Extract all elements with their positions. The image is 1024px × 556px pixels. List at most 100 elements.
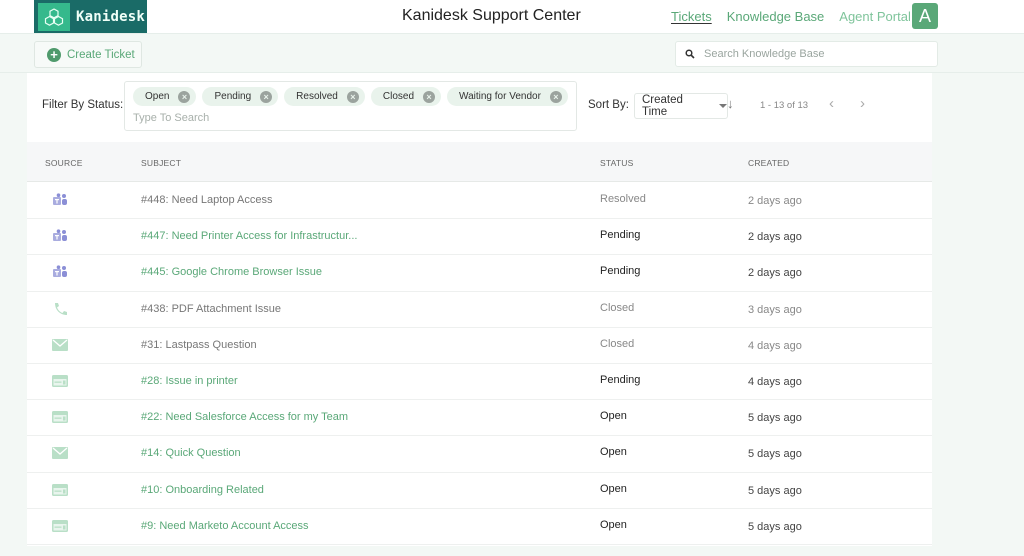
column-header-subject: SUBJECT [141, 158, 182, 168]
page-title: Kanidesk Support Center [402, 7, 581, 24]
ticket-created: 5 days ago [748, 484, 802, 497]
ticket-status: Closed [600, 337, 635, 350]
ticket-status: Open [600, 482, 627, 495]
chip-label: Waiting for Vendor [459, 91, 541, 102]
top-bar: Kanidesk Kanidesk Support Center Tickets… [0, 0, 1024, 34]
ticket-subject-link[interactable]: #9: Need Marketo Account Access [141, 520, 309, 532]
column-header-status: STATUS [600, 158, 634, 168]
table-row[interactable]: #22: Need Salesforce Access for my Team O… [27, 400, 932, 437]
chevron-left-icon[interactable]: ‹ [829, 95, 834, 112]
table-row[interactable]: #438: PDF Attachment Issue Closed 3 days a… [27, 292, 932, 328]
teams-icon [52, 265, 68, 279]
tickets-panel: Filter By Status: Open × Pending × Resolve… [27, 73, 932, 546]
web-form-icon [52, 410, 68, 424]
ticket-created: 5 days ago [748, 448, 802, 461]
ticket-subject-link[interactable]: #14: Quick Question [141, 447, 241, 459]
avatar[interactable]: A [912, 3, 938, 29]
remove-chip-icon[interactable]: × [346, 90, 359, 103]
logo-text: Kanidesk [76, 8, 146, 25]
filter-chip-pending: Pending × [202, 87, 279, 106]
ticket-subject-link[interactable]: #22: Need Salesforce Access for my Team [141, 411, 348, 423]
ticket-status: Open [600, 518, 627, 531]
ticket-status: Resolved [600, 193, 646, 205]
ticket-subject-link[interactable]: #31: Lastpass Question [141, 339, 257, 351]
ticket-created: 2 days ago [748, 267, 802, 280]
filter-label: Filter By Status: [42, 99, 124, 111]
ticket-subject-link[interactable]: #445: Google Chrome Browser Issue [141, 266, 322, 278]
ticket-subject-link[interactable]: #10: Onboarding Related [141, 484, 264, 496]
email-icon [52, 446, 68, 460]
web-form-icon [52, 374, 68, 388]
table-row[interactable]: #448: Need Laptop Access Resolved 2 days a… [27, 183, 932, 220]
ticket-list: #448: Need Laptop Access Resolved 2 days a… [27, 183, 932, 545]
sort-label: Sort By: [588, 99, 629, 111]
remove-chip-icon[interactable]: × [549, 90, 562, 103]
table-row[interactable]: #445: Google Chrome Browser Issue Pending… [27, 255, 932, 292]
table-row[interactable]: #31: Lastpass Question Closed 4 days ago [27, 328, 932, 364]
cubes-logo-icon [38, 2, 70, 31]
ticket-subject-link[interactable]: #448: Need Laptop Access [141, 194, 272, 206]
table-row[interactable]: #447: Need Printer Access for Infrastruc… [27, 219, 932, 256]
nav-agent-portal[interactable]: Agent Portal [839, 9, 911, 24]
sort-select[interactable]: Created Time [634, 93, 728, 119]
pagination-info: 1 - 13 of 13 [760, 100, 809, 111]
kb-search-input[interactable] [704, 48, 924, 60]
filter-chip-open: Open × [133, 87, 197, 106]
ticket-status: Pending [600, 373, 641, 386]
chip-label: Open [145, 91, 170, 102]
create-ticket-label: Create Ticket [67, 48, 135, 61]
sort-selected-value: Created Time [642, 94, 683, 118]
column-header-created[interactable]: CREATED [748, 158, 789, 168]
remove-chip-icon[interactable]: × [260, 90, 273, 103]
teams-icon [52, 193, 68, 207]
filter-chip-closed: Closed × [370, 87, 442, 106]
table-row[interactable]: #14: Quick Question Open 5 days ago [27, 436, 932, 473]
filter-chips: Open × Pending × Resolved × Closed × Waiting… [133, 87, 568, 106]
main-nav: Tickets Knowledge Base Agent Portal [671, 9, 911, 24]
plus-circle-icon: + [47, 47, 61, 62]
filter-chip-waiting-for-vendor: Waiting for Vendor × [447, 87, 568, 106]
ticket-status: Pending [600, 265, 641, 278]
teams-icon [52, 229, 68, 243]
ticket-created: 5 days ago [748, 412, 802, 425]
chip-label: Closed [382, 91, 415, 102]
ticket-created: 2 days ago [748, 195, 802, 207]
create-ticket-button[interactable]: + Create Ticket [34, 41, 142, 68]
ticket-subject-link[interactable]: #438: PDF Attachment Issue [141, 303, 281, 315]
table-row[interactable]: #10: Onboarding Related Open 5 days ago [27, 473, 932, 509]
remove-chip-icon[interactable]: × [178, 90, 191, 103]
caret-down-icon [719, 104, 727, 108]
ticket-created: 3 days ago [748, 303, 802, 316]
ticket-status: Open [600, 410, 627, 423]
table-row[interactable]: #9: Need Marketo Account Access Open 5 day… [27, 509, 932, 545]
email-icon [52, 338, 68, 352]
filter-search-input[interactable] [133, 112, 553, 124]
ticket-created: 2 days ago [748, 231, 802, 244]
table-header: SOURCE SUBJECT STATUS CREATED [27, 142, 932, 182]
table-row[interactable]: #28: Issue in printer Pending 4 days ago [27, 364, 932, 401]
ticket-status: Open [600, 446, 627, 459]
logo[interactable]: Kanidesk [34, 0, 147, 33]
search-icon [676, 49, 704, 59]
phone-icon [52, 302, 68, 316]
nav-tickets[interactable]: Tickets [671, 9, 712, 24]
chip-label: Resolved [296, 91, 338, 102]
filter-chip-resolved: Resolved × [284, 87, 365, 106]
nav-knowledge-base[interactable]: Knowledge Base [727, 9, 825, 24]
ticket-status: Closed [600, 301, 635, 314]
status-filter[interactable]: Open × Pending × Resolved × Closed × Waiting… [124, 81, 577, 131]
web-form-icon [52, 483, 68, 497]
ticket-created: 4 days ago [748, 339, 802, 352]
arrow-down-icon[interactable]: ↓ [727, 96, 734, 111]
web-form-icon [52, 519, 68, 533]
ticket-subject-link[interactable]: #447: Need Printer Access for Infrastruc… [141, 230, 357, 242]
ticket-subject-link[interactable]: #28: Issue in printer [141, 375, 238, 387]
remove-chip-icon[interactable]: × [423, 90, 436, 103]
ticket-created: 5 days ago [748, 520, 802, 533]
kb-search-box [675, 41, 938, 67]
chip-label: Pending [214, 91, 252, 102]
column-header-source: SOURCE [45, 158, 83, 168]
chevron-right-icon[interactable]: › [860, 95, 865, 112]
ticket-created: 4 days ago [748, 375, 802, 388]
ticket-status: Pending [600, 229, 641, 242]
